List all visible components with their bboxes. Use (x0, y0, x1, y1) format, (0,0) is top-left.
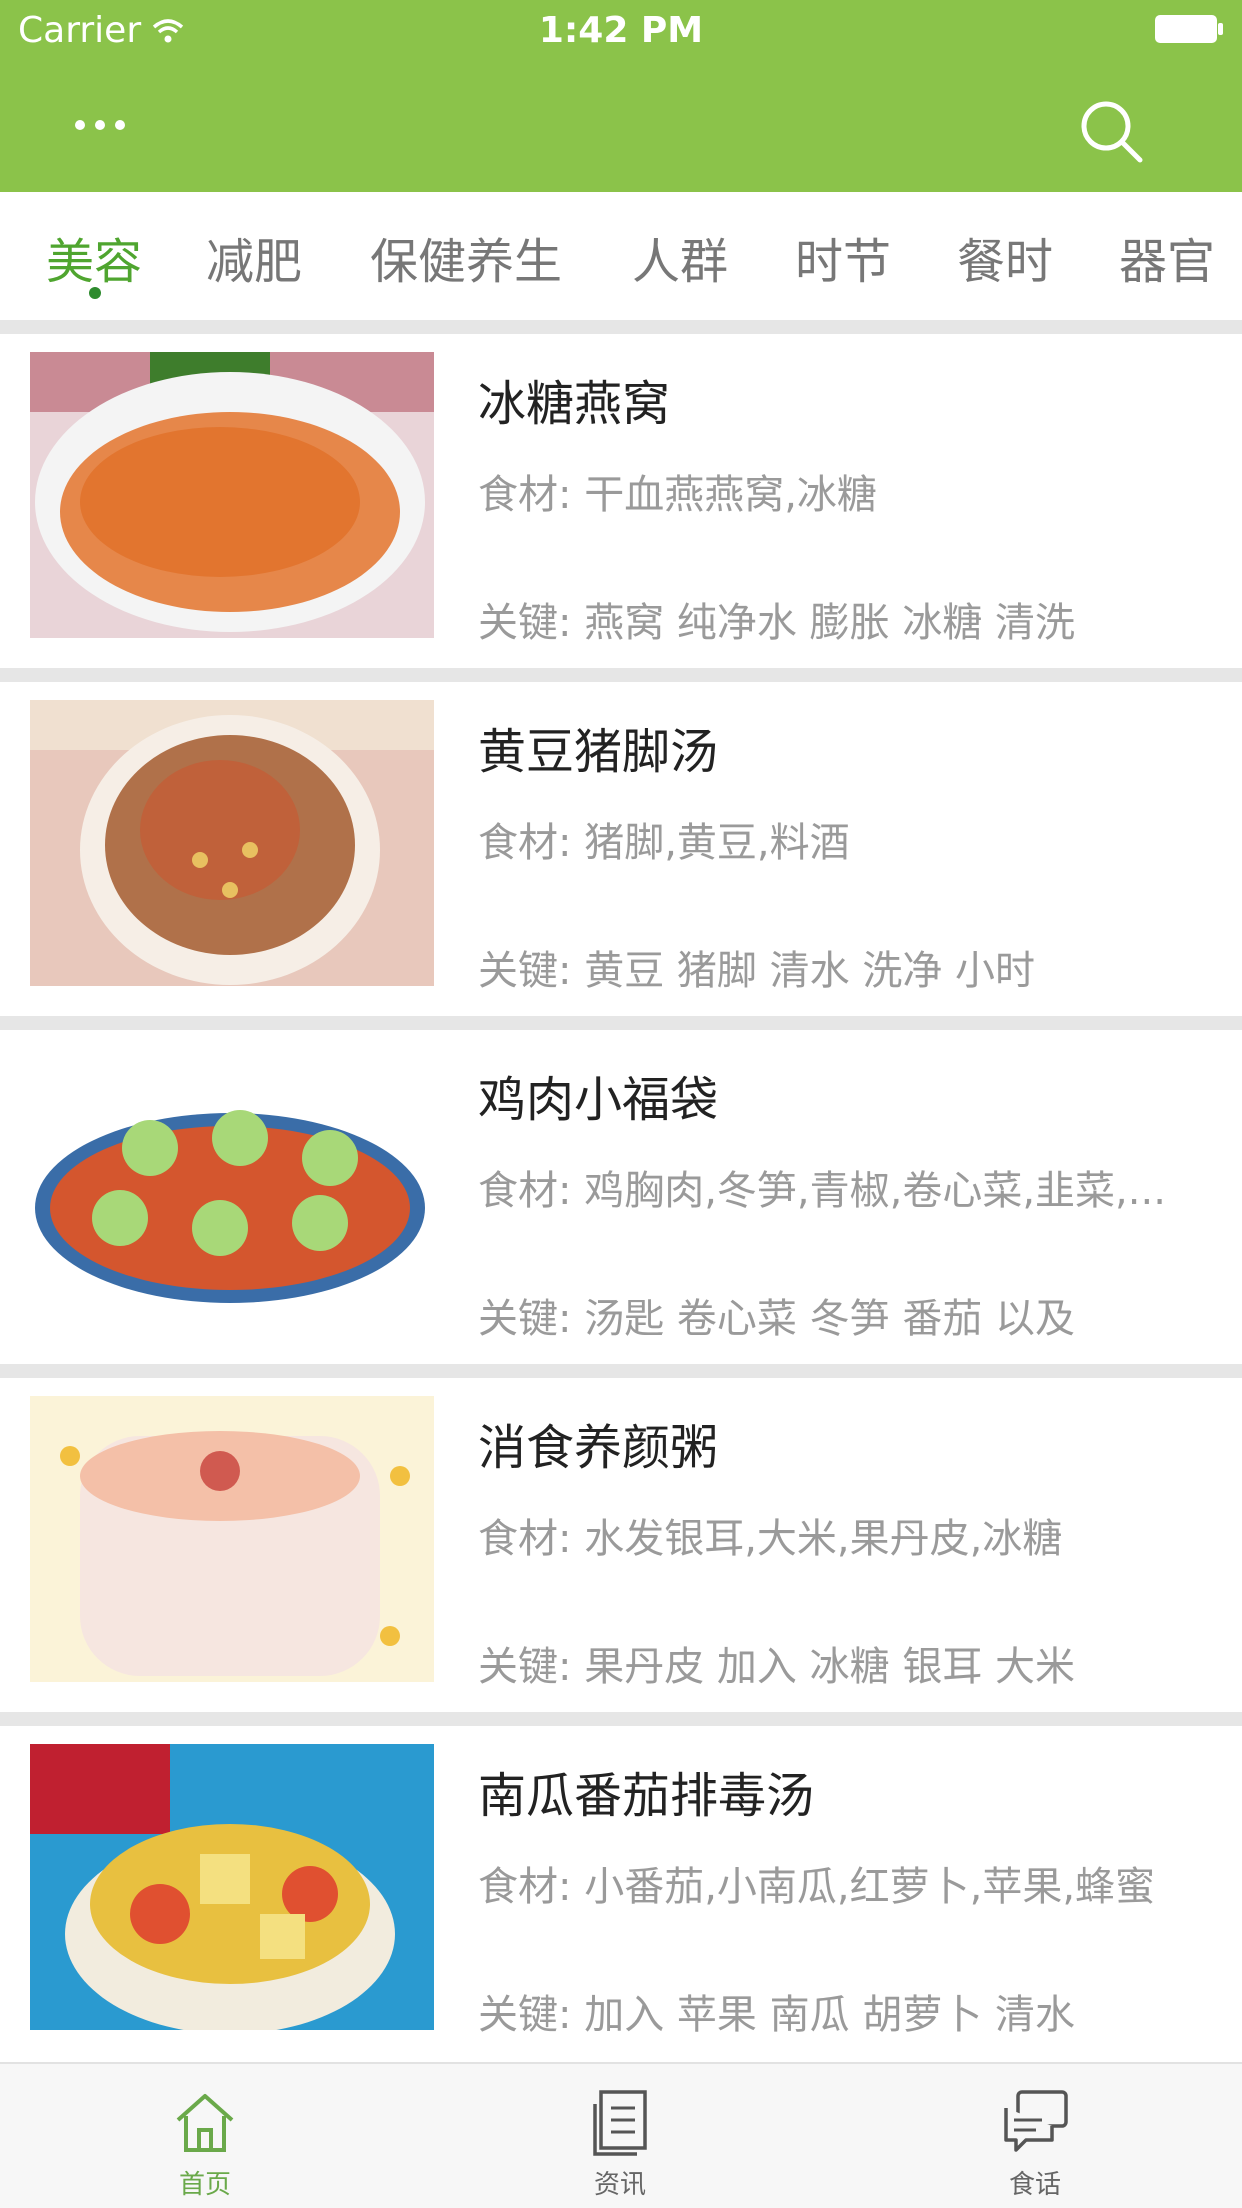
recipe-keywords: 关键: 燕窝 纯净水 膨胀 冰糖 清洗 (478, 600, 1076, 646)
more-dot-icon (75, 120, 85, 130)
tab-home[interactable]: 首页 (115, 2086, 295, 2206)
tab-chat-label: 食话 (1008, 2170, 1061, 2200)
battery-icon (1155, 15, 1223, 43)
list-item[interactable]: 鸡肉小福袋 食材: 鸡胸肉,冬笋,青椒,卷心菜,韭菜,... 关键: 汤匙 卷心… (0, 1030, 1242, 1364)
recipe-thumbnail (30, 1048, 434, 1334)
header: Carrier 1:42 PM (0, 0, 1242, 192)
recipe-keywords: 关键: 汤匙 卷心菜 冬笋 番茄 以及 (478, 1296, 1076, 1342)
recipe-keywords: 关键: 黄豆 猪脚 清水 洗净 小时 (478, 948, 1036, 994)
tab-organ[interactable]: 器官 (1119, 222, 1215, 292)
tab-home-label: 首页 (178, 2170, 231, 2200)
home-icon (176, 2094, 234, 2152)
recipe-list: 冰糖燕窝 食材: 干血燕燕窝,冰糖 关键: 燕窝 纯净水 膨胀 冰糖 清洗 黄豆… (0, 320, 1242, 2060)
more-dot-icon (115, 120, 125, 130)
recipe-ingredients: 食材: 小番茄,小南瓜,红萝卜,苹果,蜂蜜 (478, 1864, 1156, 1910)
more-button[interactable] (60, 100, 140, 150)
category-tabs: 美容 减肥 保健养生 人群 时节 餐时 器官 (0, 192, 1242, 320)
news-icon (593, 2090, 647, 2156)
tab-crowd[interactable]: 人群 (632, 222, 728, 292)
recipe-thumbnail (30, 700, 434, 986)
active-tab-indicator (89, 287, 101, 299)
tab-health[interactable]: 保健养生 (370, 222, 562, 292)
list-divider (0, 668, 1242, 682)
tab-news-label: 资讯 (593, 2170, 646, 2200)
recipe-title: 鸡肉小福袋 (478, 1072, 719, 1128)
recipe-thumbnail (30, 352, 434, 638)
chat-icon (1004, 2090, 1068, 2152)
list-divider (0, 1016, 1242, 1030)
status-time: 1:42 PM (538, 10, 704, 51)
tab-season[interactable]: 时节 (795, 222, 891, 292)
recipe-ingredients: 食材: 干血燕燕窝,冰糖 (478, 472, 877, 518)
list-divider (0, 1712, 1242, 1726)
recipe-ingredients: 食材: 水发银耳,大米,果丹皮,冰糖 (478, 1516, 1063, 1562)
recipe-title: 黄豆猪脚汤 (478, 724, 719, 780)
tab-weight-loss[interactable]: 减肥 (206, 222, 302, 292)
tab-beauty[interactable]: 美容 (46, 222, 142, 292)
recipe-title: 南瓜番茄排毒汤 (478, 1768, 815, 1824)
recipe-keywords: 关键: 果丹皮 加入 冰糖 银耳 大米 (478, 1644, 1076, 1690)
recipe-title: 消食养颜粥 (478, 1420, 719, 1476)
recipe-ingredients: 食材: 猪脚,黄豆,料酒 (478, 820, 850, 866)
recipe-thumbnail (30, 1396, 434, 1682)
list-divider (0, 320, 1242, 334)
status-bar: Carrier 1:42 PM (0, 0, 1242, 60)
tab-news[interactable]: 资讯 (530, 2086, 710, 2206)
recipe-keywords: 关键: 加入 苹果 南瓜 胡萝卜 清水 (478, 1992, 1076, 2038)
tab-chat[interactable]: 食话 (945, 2086, 1125, 2206)
recipe-thumbnail (30, 1744, 434, 2030)
list-divider (0, 1364, 1242, 1378)
more-dot-icon (95, 120, 105, 130)
list-item[interactable]: 消食养颜粥 食材: 水发银耳,大米,果丹皮,冰糖 关键: 果丹皮 加入 冰糖 银… (0, 1378, 1242, 1712)
list-item[interactable]: 黄豆猪脚汤 食材: 猪脚,黄豆,料酒 关键: 黄豆 猪脚 清水 洗净 小时 (0, 682, 1242, 1016)
recipe-ingredients: 食材: 鸡胸肉,冬笋,青椒,卷心菜,韭菜,... (478, 1168, 1166, 1214)
list-item[interactable]: 南瓜番茄排毒汤 食材: 小番茄,小南瓜,红萝卜,苹果,蜂蜜 关键: 加入 苹果 … (0, 1726, 1242, 2060)
recipe-title: 冰糖燕窝 (478, 376, 671, 432)
search-icon[interactable] (1072, 92, 1152, 172)
nav-bar (0, 60, 1242, 192)
tab-meal-time[interactable]: 餐时 (957, 222, 1053, 292)
bottom-tab-bar: 首页 资讯 食话 (0, 2062, 1242, 2208)
list-item[interactable]: 冰糖燕窝 食材: 干血燕燕窝,冰糖 关键: 燕窝 纯净水 膨胀 冰糖 清洗 (0, 334, 1242, 668)
